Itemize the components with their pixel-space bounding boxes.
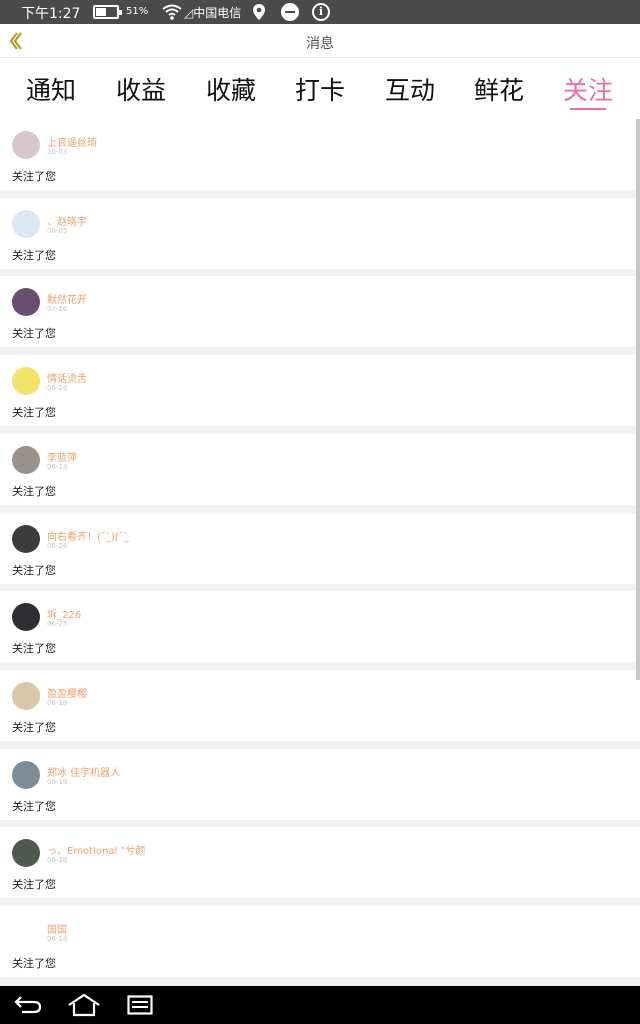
avatar[interactable] xyxy=(12,367,40,396)
notification-date: 06-25 xyxy=(47,620,68,629)
list-item[interactable]: 、赵晓宇 08-05 关注了您 xyxy=(0,197,640,269)
user-name-link[interactable]: っ。Emotional °兮颜 xyxy=(47,842,145,857)
list-item[interactable]: 郑冰 佳宇机器人 06-19 关注了您 xyxy=(0,748,640,820)
notification-date: 06-18 xyxy=(47,856,68,865)
battery-icon xyxy=(93,5,122,19)
location-icon xyxy=(253,4,265,20)
avatar[interactable] xyxy=(12,445,40,474)
tab-earnings[interactable]: 收益 xyxy=(106,71,176,107)
notification-message: 关注了您 xyxy=(12,878,56,892)
status-time: 下午1:27 xyxy=(21,6,81,22)
tab-checkin[interactable]: 打卡 xyxy=(285,71,355,107)
notification-message: 关注了您 xyxy=(12,484,56,498)
notification-date: 10-03 xyxy=(47,148,68,156)
notification-date: 06-28 xyxy=(47,462,68,471)
user-name-link[interactable]: 李蓝萍 xyxy=(47,449,77,464)
notification-date: 06-26 xyxy=(47,541,68,550)
list-item[interactable]: 盈盈樱樱 06-19 关注了您 xyxy=(0,669,640,741)
notification-message: 关注了您 xyxy=(12,170,56,183)
tab-notifications[interactable]: 通知 xyxy=(16,71,86,107)
notification-date: 06-18 xyxy=(47,935,68,943)
avatar[interactable] xyxy=(12,681,40,710)
active-tab-indicator xyxy=(570,108,606,110)
list-item[interactable]: 李蓝萍 06-28 关注了您 xyxy=(0,433,640,505)
notification-message: 关注了您 xyxy=(12,406,56,420)
avatar[interactable] xyxy=(12,918,40,946)
page-title: 消息 xyxy=(306,36,334,52)
avatar[interactable] xyxy=(12,131,40,159)
notification-message: 关注了您 xyxy=(12,327,56,341)
wifi-icon xyxy=(162,4,182,20)
user-name-link[interactable]: 默然花开 xyxy=(47,291,87,306)
notification-message: 关注了您 xyxy=(12,957,56,970)
list-item[interactable]: 坼_226 06-25 关注了您 xyxy=(0,591,640,663)
user-name-link[interactable]: 、赵晓宇 xyxy=(47,213,87,228)
notification-message: 关注了您 xyxy=(12,248,56,262)
list-item[interactable]: 情话烫舌 06-28 关注了您 xyxy=(0,355,640,427)
tab-favorites[interactable]: 收藏 xyxy=(196,71,266,107)
notification-date: 06-19 xyxy=(47,777,68,786)
user-name-link[interactable]: 坼_226 xyxy=(47,606,81,621)
home-icon[interactable] xyxy=(67,993,101,1017)
tab-bar: 通知 收益 收藏 打卡 互动 鲜花 关注 xyxy=(0,59,640,119)
user-name-link[interactable]: 国国 xyxy=(47,921,67,936)
back-icon[interactable] xyxy=(14,994,42,1016)
user-name-link[interactable]: 上官遥丝琦 xyxy=(47,134,97,149)
system-nav-bar xyxy=(0,986,640,1024)
notification-date: 08-05 xyxy=(47,226,68,235)
tab-flowers[interactable]: 鲜花 xyxy=(464,71,534,107)
avatar[interactable] xyxy=(12,760,40,789)
title-bar: 消息 xyxy=(0,24,640,58)
avatar[interactable] xyxy=(12,603,40,632)
user-name-link[interactable]: 郑冰 佳宇机器人 xyxy=(47,764,120,779)
list-item[interactable]: っ。Emotional °兮颜 06-18 关注了您 xyxy=(0,827,640,899)
tab-interaction[interactable]: 互动 xyxy=(375,71,445,107)
notification-list[interactable]: 上官遥丝琦 10-03 关注了您 、赵晓宇 08-05 关注了您 默然花开 07-16 关注了您… xyxy=(0,119,640,986)
avatar[interactable] xyxy=(12,839,40,868)
status-bar: 下午1:27 51% ◿中国电信 i xyxy=(0,0,640,24)
notification-message: 关注了您 xyxy=(12,799,56,813)
user-name-link[interactable]: 盈盈樱樱 xyxy=(47,685,87,700)
notification-message: 关注了您 xyxy=(12,563,56,577)
avatar[interactable] xyxy=(12,524,40,553)
user-name-link[interactable]: 向右看齐！(¯_̀)(¯_̀ xyxy=(47,528,129,543)
recent-apps-icon[interactable] xyxy=(127,995,153,1015)
battery-percent: 51% xyxy=(126,6,149,17)
list-item[interactable]: 默然花开 07-16 关注了您 xyxy=(0,276,640,348)
notification-message: 关注了您 xyxy=(12,720,56,734)
list-item[interactable]: 国国 06-18 关注了您 xyxy=(0,906,640,977)
notification-date: 07-16 xyxy=(47,305,68,314)
info-icon: i xyxy=(312,3,330,21)
do-not-disturb-icon xyxy=(281,3,299,21)
list-item[interactable]: 上官遥丝琦 10-03 关注了您 xyxy=(0,119,640,190)
notification-date: 06-28 xyxy=(47,384,68,393)
avatar[interactable] xyxy=(12,209,40,238)
notification-date: 06-19 xyxy=(47,698,68,707)
avatar[interactable] xyxy=(12,288,40,317)
user-name-link[interactable]: 情话烫舌 xyxy=(47,370,87,385)
list-item[interactable]: 向右看齐！(¯_̀)(¯_̀ 06-26 关注了您 xyxy=(0,512,640,584)
tab-following[interactable]: 关注 xyxy=(553,71,623,107)
notification-message: 关注了您 xyxy=(12,642,56,656)
scrollbar[interactable] xyxy=(636,119,640,680)
carrier-label: ◿中国电信 xyxy=(184,6,242,20)
